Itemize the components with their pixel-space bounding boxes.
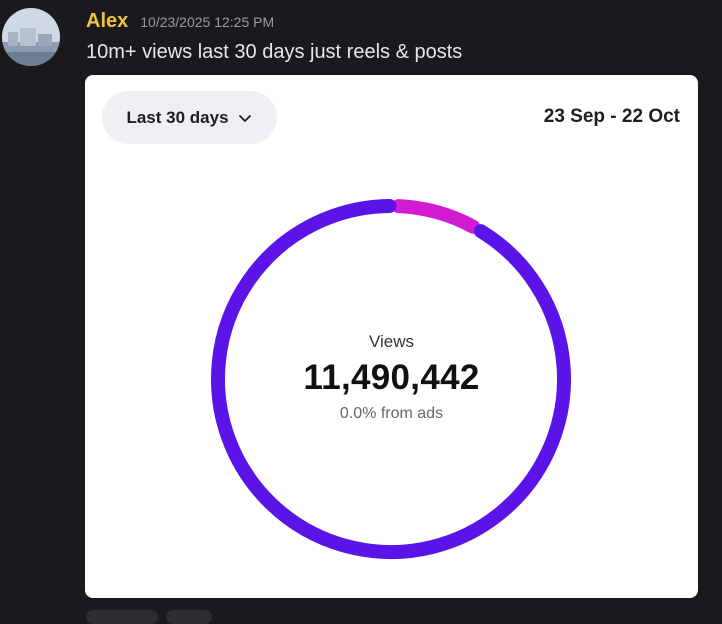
ads-percentage: 0.0% from ads <box>339 405 444 422</box>
chevron-down-icon <box>238 114 251 122</box>
username[interactable]: Alex <box>86 10 128 33</box>
metric-value: 11,490,442 <box>303 358 480 397</box>
metric-label: Views <box>368 332 415 351</box>
message-text: 10m+ views last 30 days just reels & pos… <box>86 41 463 63</box>
reaction-button[interactable] <box>166 610 212 624</box>
reaction-bar <box>86 610 212 624</box>
message-header: Alex 10/23/2025 12:25 PM <box>86 10 274 34</box>
avatar-photo-icon <box>2 8 60 66</box>
avatar[interactable] <box>2 8 60 66</box>
attachment-image[interactable]: Last 30 days 23 Sep - 22 Oct Views 11,49… <box>85 75 698 598</box>
date-range-text: 23 Sep - 22 Oct <box>543 106 680 127</box>
timestamp: 10/23/2025 12:25 PM <box>140 14 275 30</box>
date-range-dropdown[interactable]: Last 30 days <box>102 91 277 144</box>
ring-segment-accent <box>391 199 481 234</box>
reaction-button[interactable] <box>86 610 158 624</box>
date-range-dropdown-label: Last 30 days <box>126 107 229 127</box>
